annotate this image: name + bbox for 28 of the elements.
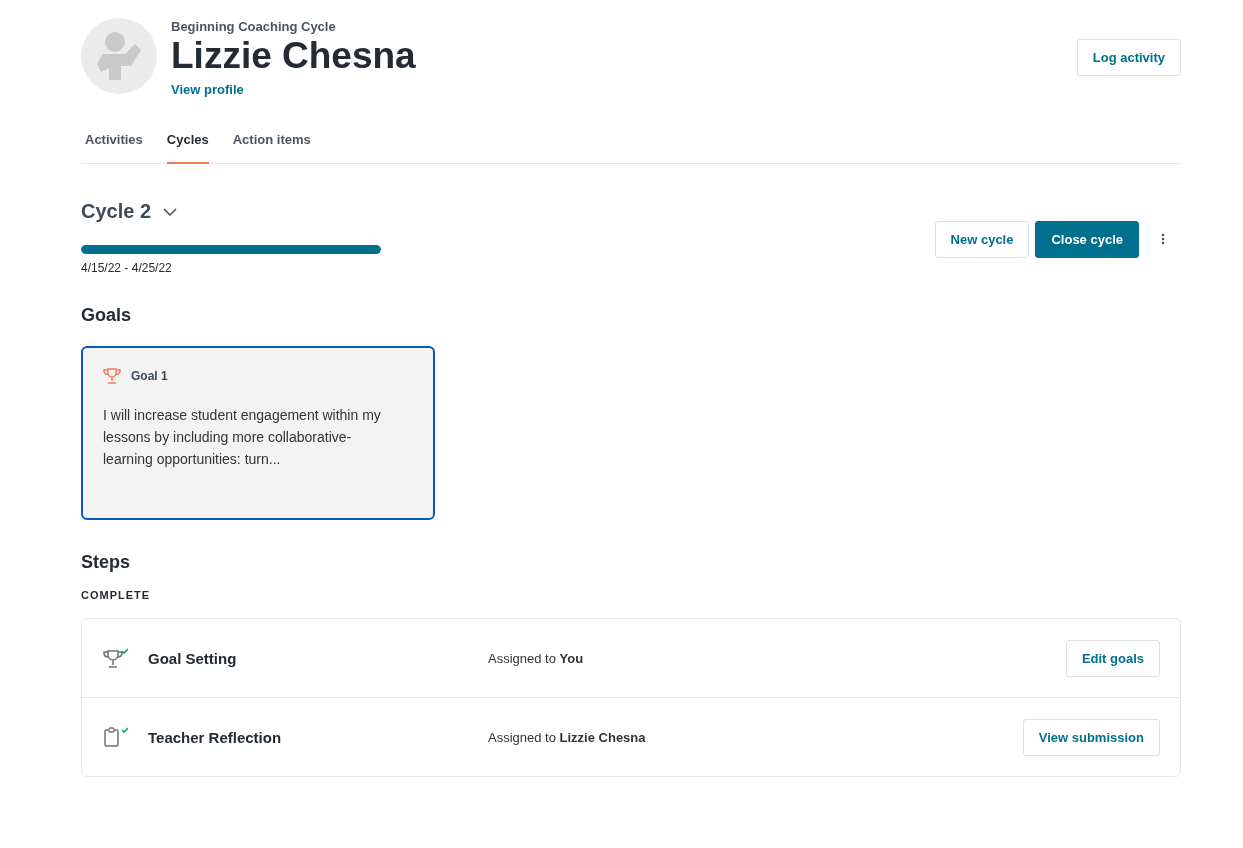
assigned-text: Assigned to You [488,650,585,666]
step-title: Goal Setting [148,649,237,667]
close-cycle-button[interactable]: Close cycle [1035,220,1139,258]
tab[interactable]: Action items [232,132,311,164]
chevron-down-icon [163,207,178,216]
step-title: Teacher Reflection [148,728,282,746]
cycle-dates: 4/15/22 - 4/25/22 [81,261,173,275]
goal-label: Goal 1 [131,369,168,383]
cycle-selector[interactable]: Cycle 2 [81,200,178,223]
section-heading: Goals [81,305,133,326]
new-cycle-button[interactable]: New cycle [934,220,1030,258]
person-name: Lizzie Chesna [171,36,416,76]
goal-text: I will increase student engagement within my lessons by including more collaborative-learning opportunities: turn... [103,406,382,469]
goal-card[interactable]: Goal 1 I will increase student engagement within my lessons by including more collaborative-learning opportunities: turn... [81,346,435,520]
trophy-icon [103,368,121,384]
clipboard-check-icon [102,726,128,748]
view-profile-link[interactable]: View profile [171,82,244,97]
program-subtitle: Beginning Coaching Cycle [171,19,337,34]
step-action-button[interactable]: View submission [1022,718,1160,756]
more-vertical-icon[interactable] [1161,233,1165,245]
group-label: COMPLETE [81,589,152,601]
tab[interactable]: Activities [85,132,143,164]
log-activity-button[interactable]: Log activity [1076,39,1181,76]
assigned-text: Assigned to Lizzie Chesna [488,729,647,745]
trophy-check-icon [102,647,128,669]
tab[interactable]: Cycles [166,132,209,164]
step-action-button[interactable]: Edit goals [1065,639,1160,677]
section-heading: Steps [81,552,132,573]
